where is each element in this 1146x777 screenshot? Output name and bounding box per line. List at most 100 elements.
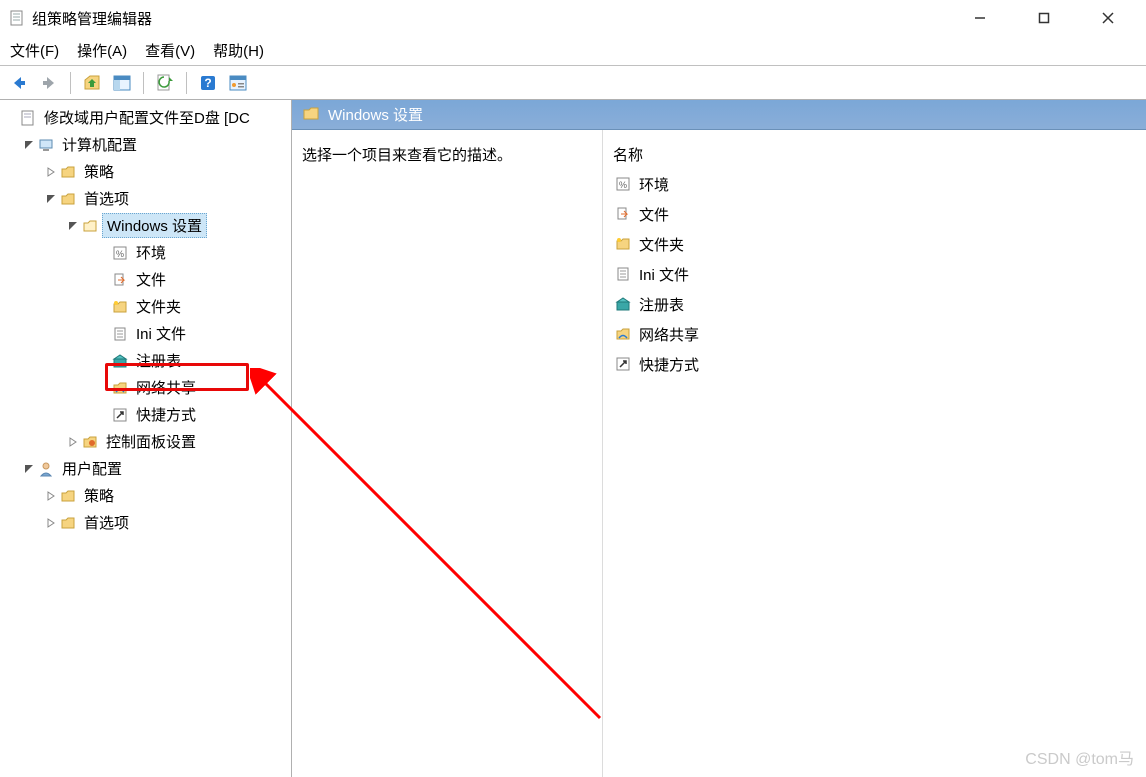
svg-text:%: % bbox=[619, 180, 627, 190]
files-icon bbox=[613, 206, 633, 222]
help-button[interactable]: ? bbox=[195, 70, 221, 96]
computer-icon bbox=[36, 137, 56, 153]
tree-user-config[interactable]: 用户配置 bbox=[0, 455, 291, 482]
folder-icon bbox=[302, 104, 320, 126]
list-item-shortcut[interactable]: 快捷方式 bbox=[603, 349, 1146, 379]
show-hide-tree-button[interactable] bbox=[109, 70, 135, 96]
menu-action[interactable]: 操作(A) bbox=[77, 40, 127, 61]
folder-star-icon bbox=[613, 236, 633, 252]
list-item-folders[interactable]: 文件夹 bbox=[603, 229, 1146, 259]
toolbar: ? bbox=[0, 66, 1146, 100]
tree-ini[interactable]: Ini 文件 bbox=[0, 320, 291, 347]
right-panel: Windows 设置 选择一个项目来查看它的描述。 名称 % 环境 文 bbox=[292, 100, 1146, 777]
collapse-icon[interactable] bbox=[66, 221, 80, 231]
minimize-button[interactable] bbox=[960, 4, 1000, 32]
description-panel: 选择一个项目来查看它的描述。 bbox=[292, 130, 602, 777]
list-item-label: 注册表 bbox=[639, 294, 684, 315]
annotation-highlight bbox=[105, 363, 249, 391]
column-header-name[interactable]: 名称 bbox=[603, 140, 1146, 169]
tree-label: 用户配置 bbox=[58, 457, 126, 480]
list-item-label: 文件 bbox=[639, 204, 669, 225]
policy-doc-icon bbox=[18, 110, 38, 126]
tree-env[interactable]: % 环境 bbox=[0, 239, 291, 266]
close-button[interactable] bbox=[1088, 4, 1128, 32]
list-item-label: Ini 文件 bbox=[639, 264, 689, 285]
tree-label: Ini 文件 bbox=[132, 322, 190, 345]
tree-label: 计算机配置 bbox=[58, 133, 141, 156]
tree-folders[interactable]: 文件夹 bbox=[0, 293, 291, 320]
tree-computer-config[interactable]: 计算机配置 bbox=[0, 131, 291, 158]
collapse-icon[interactable] bbox=[22, 140, 36, 150]
env-icon: % bbox=[613, 176, 633, 192]
collapse-icon[interactable] bbox=[44, 194, 58, 204]
titlebar: 组策略管理编辑器 bbox=[0, 0, 1146, 36]
collapse-icon[interactable] bbox=[22, 464, 36, 474]
tree-policy[interactable]: 策略 bbox=[0, 158, 291, 185]
window-title: 组策略管理编辑器 bbox=[32, 8, 152, 29]
tree-label: Windows 设置 bbox=[102, 213, 207, 238]
expand-icon[interactable] bbox=[66, 437, 80, 447]
expand-icon[interactable] bbox=[44, 491, 58, 501]
registry-icon bbox=[613, 296, 633, 312]
folder-icon bbox=[58, 488, 78, 504]
svg-text:?: ? bbox=[204, 76, 211, 90]
properties-button[interactable] bbox=[225, 70, 251, 96]
tree-preferences[interactable]: 首选项 bbox=[0, 185, 291, 212]
app-icon bbox=[8, 9, 26, 27]
list-item-label: 文件夹 bbox=[639, 234, 684, 255]
tree-label: 控制面板设置 bbox=[102, 430, 200, 453]
tree-label: 环境 bbox=[132, 241, 170, 264]
tree-label: 文件 bbox=[132, 268, 170, 291]
tree-root[interactable]: 修改域用户配置文件至D盘 [DC bbox=[0, 104, 291, 131]
env-icon: % bbox=[110, 245, 130, 261]
tree-root-label: 修改域用户配置文件至D盘 [DC bbox=[40, 106, 254, 129]
tree-shortcut[interactable]: 快捷方式 bbox=[0, 401, 291, 428]
tree-cp-settings[interactable]: 控制面板设置 bbox=[0, 428, 291, 455]
list-item-ini[interactable]: Ini 文件 bbox=[603, 259, 1146, 289]
shortcut-icon bbox=[110, 407, 130, 423]
tree-panel: 修改域用户配置文件至D盘 [DC 计算机配置 策略 bbox=[0, 100, 292, 777]
folder-icon bbox=[58, 164, 78, 180]
maximize-button[interactable] bbox=[1024, 4, 1064, 32]
up-button[interactable] bbox=[79, 70, 105, 96]
ini-icon bbox=[613, 266, 633, 282]
user-icon bbox=[36, 461, 56, 477]
folder-icon bbox=[58, 191, 78, 207]
refresh-button[interactable] bbox=[152, 70, 178, 96]
tree-label: 策略 bbox=[80, 484, 118, 507]
tree-windows-settings[interactable]: Windows 设置 bbox=[0, 212, 291, 239]
ini-icon bbox=[110, 326, 130, 342]
tree-label: 快捷方式 bbox=[132, 403, 200, 426]
list-item-label: 快捷方式 bbox=[639, 354, 699, 375]
netshare-icon bbox=[613, 326, 633, 342]
expand-icon[interactable] bbox=[44, 518, 58, 528]
list-item-label: 网络共享 bbox=[639, 324, 699, 345]
menu-help[interactable]: 帮助(H) bbox=[213, 40, 264, 61]
watermark: CSDN @tom马 bbox=[1025, 745, 1134, 769]
folder-open-icon bbox=[80, 218, 100, 234]
files-icon bbox=[110, 272, 130, 288]
list-item-files[interactable]: 文件 bbox=[603, 199, 1146, 229]
forward-button[interactable] bbox=[36, 70, 62, 96]
control-panel-icon bbox=[80, 434, 100, 450]
tree-files[interactable]: 文件 bbox=[0, 266, 291, 293]
folder-star-icon bbox=[110, 299, 130, 315]
list-item-netshare[interactable]: 网络共享 bbox=[603, 319, 1146, 349]
menu-file[interactable]: 文件(F) bbox=[10, 40, 59, 61]
list-panel: 名称 % 环境 文件 文件夹 bbox=[602, 130, 1146, 777]
list-item-registry[interactable]: 注册表 bbox=[603, 289, 1146, 319]
tree-user-policy[interactable]: 策略 bbox=[0, 482, 291, 509]
content-header-title: Windows 设置 bbox=[328, 104, 423, 125]
tree-label: 首选项 bbox=[80, 187, 133, 210]
tree-label: 文件夹 bbox=[132, 295, 185, 318]
tree-user-pref[interactable]: 首选项 bbox=[0, 509, 291, 536]
list-item-label: 环境 bbox=[639, 174, 669, 195]
content-header: Windows 设置 bbox=[292, 100, 1146, 130]
expand-icon[interactable] bbox=[44, 167, 58, 177]
shortcut-icon bbox=[613, 356, 633, 372]
folder-icon bbox=[58, 515, 78, 531]
list-item-env[interactable]: % 环境 bbox=[603, 169, 1146, 199]
menu-view[interactable]: 查看(V) bbox=[145, 40, 195, 61]
back-button[interactable] bbox=[6, 70, 32, 96]
description-text: 选择一个项目来查看它的描述。 bbox=[302, 147, 512, 164]
